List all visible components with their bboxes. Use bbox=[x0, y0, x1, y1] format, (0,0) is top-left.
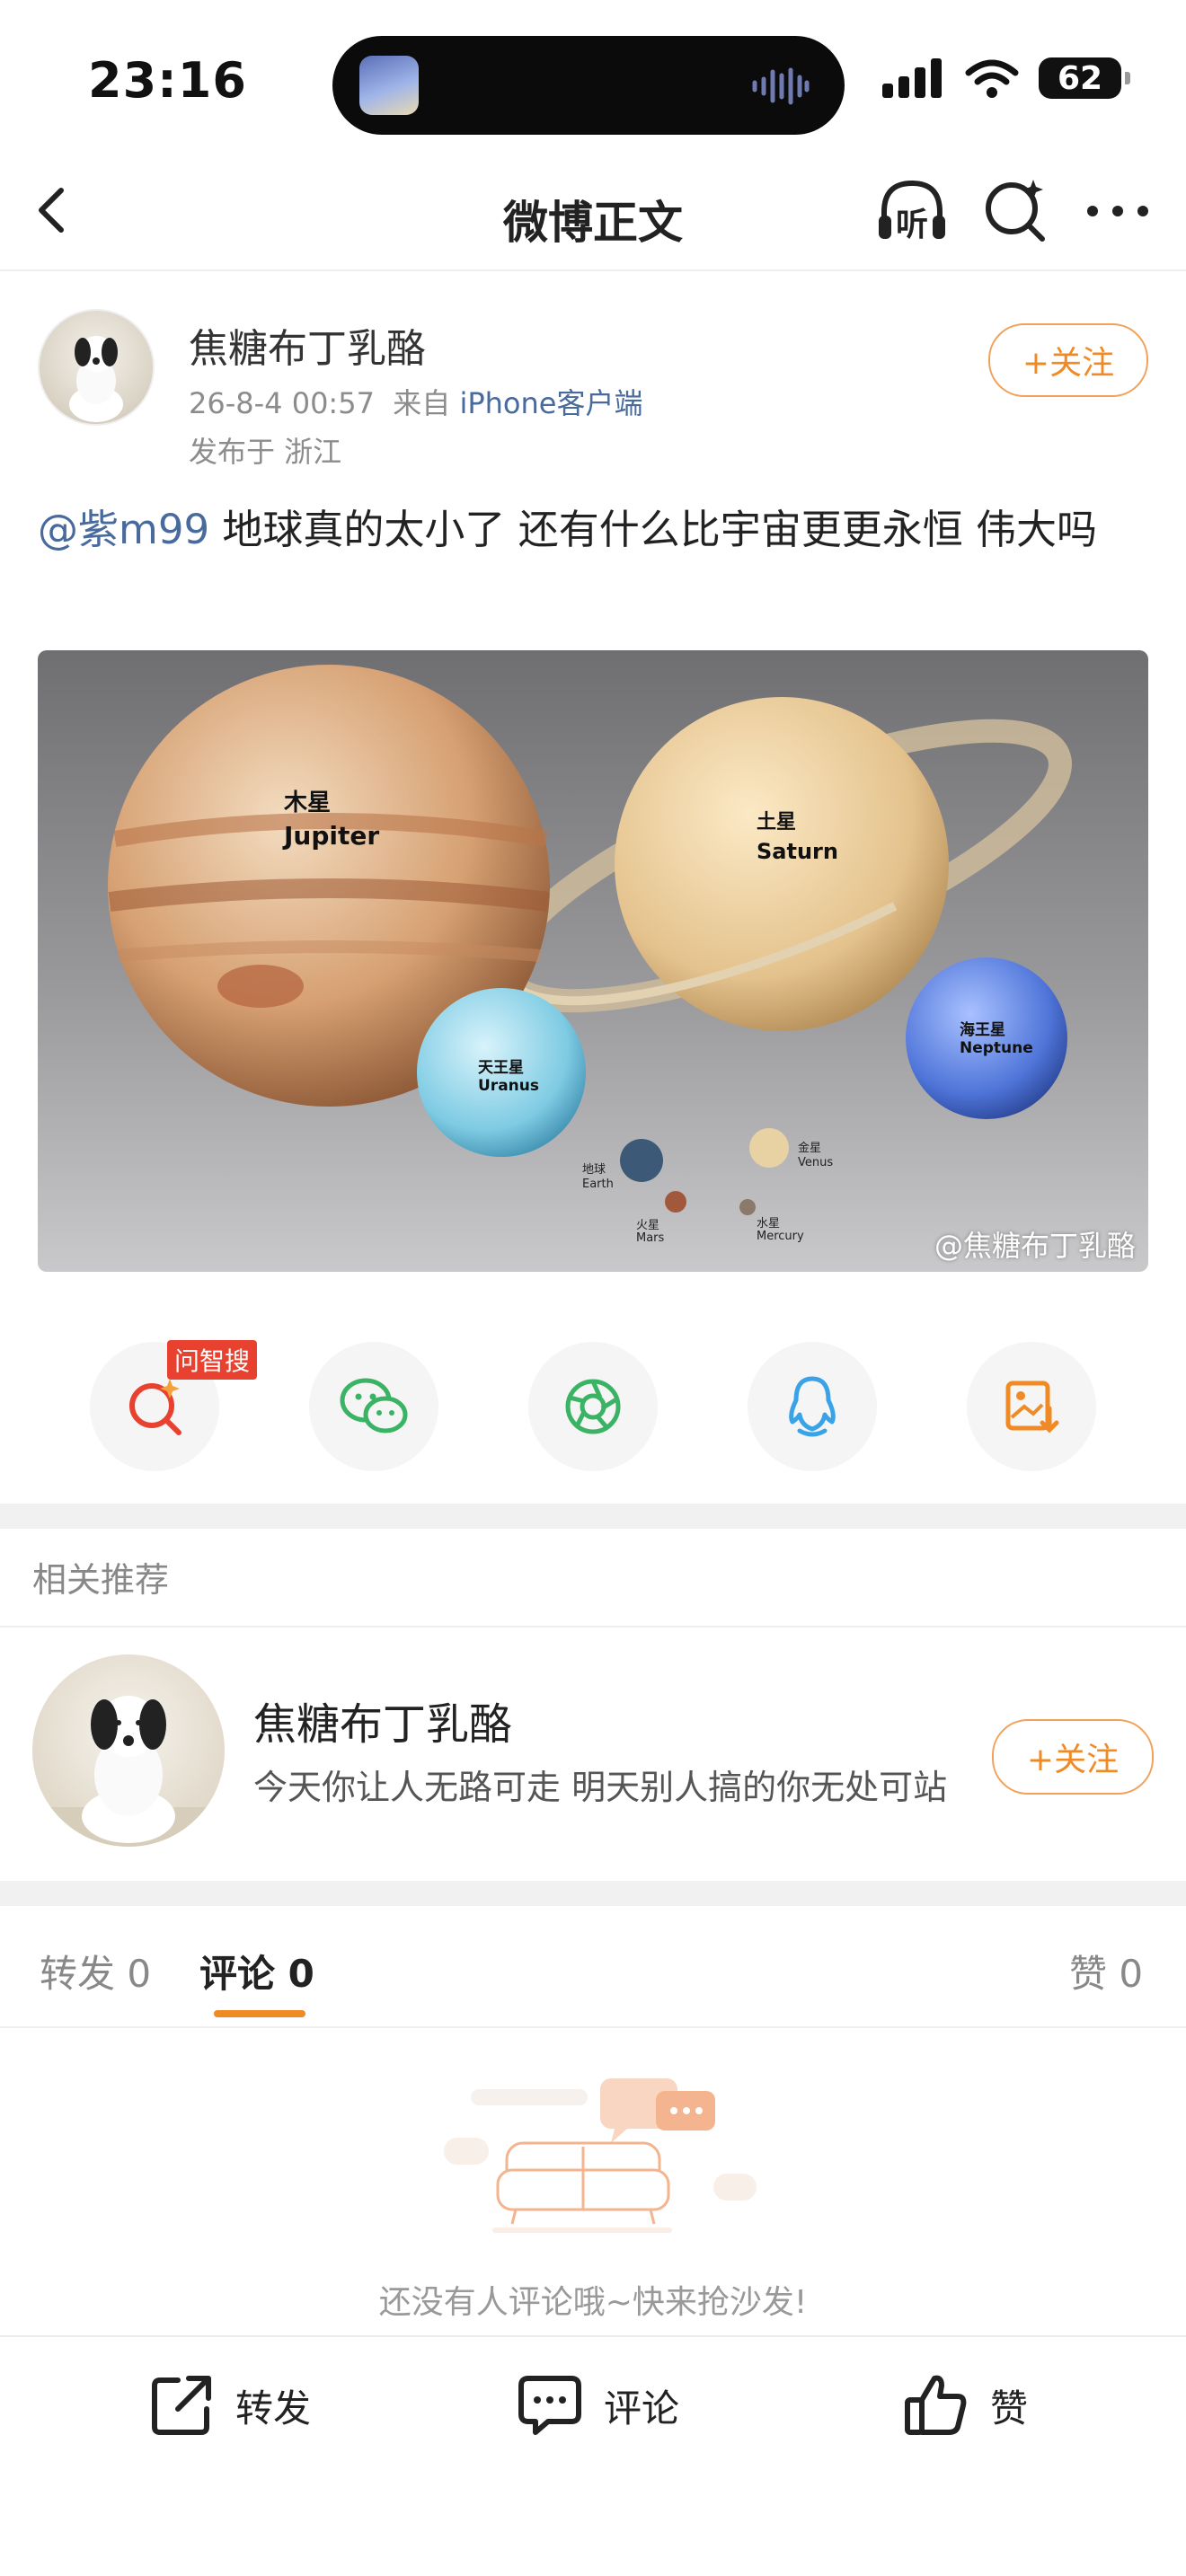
post-image[interactable]: 木星 Jupiter 土星 Saturn 天王星 Uranus 海王星 Nept… bbox=[38, 650, 1148, 1272]
ai-search-icon bbox=[129, 1379, 181, 1435]
ai-search-badge: 问智搜 bbox=[167, 1340, 258, 1380]
wifi-icon bbox=[965, 59, 1019, 98]
neptune-label-en: Neptune bbox=[960, 1039, 1033, 1057]
svg-text:听: 听 bbox=[896, 207, 928, 243]
post-text: @紫m99 地球真的太小了 还有什么比宇宙更更永恒 伟大吗 bbox=[38, 499, 1152, 560]
post-meta: 26-8-4 00:57 来自 iPhone客户端 bbox=[189, 381, 642, 422]
source-prefix: 来自 bbox=[393, 386, 451, 420]
tab-like[interactable]: 赞 0 bbox=[1069, 1944, 1143, 1998]
comment-button[interactable]: 评论 bbox=[516, 2371, 679, 2439]
signal-icon bbox=[882, 58, 942, 98]
comment-label: 评论 bbox=[604, 2386, 680, 2430]
saturn-label-en: Saturn bbox=[757, 839, 838, 864]
mars-label-cn: 火星 bbox=[636, 1219, 659, 1232]
image-watermark: @焦糖布丁乳酪 bbox=[934, 1229, 1136, 1263]
qq-share-button[interactable] bbox=[748, 1342, 877, 1471]
recommend-avatar[interactable] bbox=[32, 1654, 225, 1847]
earth-label-en: Earth bbox=[582, 1178, 614, 1191]
post-source[interactable]: iPhone客户端 bbox=[459, 386, 642, 420]
empty-comments-text: 还没有人评论哦~快来抢沙发! bbox=[378, 2284, 808, 2321]
repost-button[interactable]: 转发 bbox=[147, 2371, 311, 2439]
repost-label: 转发 bbox=[235, 2386, 312, 2430]
follow-button[interactable]: +关注 bbox=[988, 323, 1148, 397]
post-body: 地球真的太小了 还有什么比宇宙更更永恒 伟大吗 bbox=[209, 506, 1098, 553]
bottom-bar-divider bbox=[0, 2335, 1186, 2337]
dog-avatar-image bbox=[32, 1696, 225, 1847]
like-button[interactable]: 赞 bbox=[902, 2371, 1028, 2439]
recommend-bio: 今天你让人无路可走 明天别人搞的你无处可站 bbox=[253, 1768, 948, 1807]
audio-waveform-icon bbox=[752, 67, 810, 105]
author-name[interactable]: 焦糖布丁乳酪 bbox=[189, 316, 426, 374]
tab-indicator bbox=[214, 2010, 305, 2017]
section-divider bbox=[0, 1504, 1186, 1529]
thumbs-up-icon bbox=[905, 2375, 967, 2435]
author-avatar[interactable] bbox=[38, 309, 155, 426]
divider bbox=[0, 1626, 1186, 1628]
comment-icon bbox=[518, 2376, 581, 2435]
more-icon[interactable] bbox=[1084, 198, 1152, 225]
venus-label-cn: 金星 bbox=[798, 1141, 821, 1155]
saturn-label-cn: 土星 bbox=[757, 811, 796, 834]
post-location: 发布于 浙江 bbox=[189, 435, 342, 469]
venus-label-en: Venus bbox=[798, 1156, 833, 1169]
like-label: 赞 bbox=[990, 2386, 1029, 2430]
dog-avatar-image bbox=[69, 336, 123, 422]
uranus-label-cn: 天王星 bbox=[478, 1059, 524, 1077]
dynamic-island[interactable] bbox=[332, 36, 845, 135]
save-image-button[interactable] bbox=[967, 1342, 1096, 1471]
search-icon[interactable] bbox=[981, 176, 1049, 244]
battery-indicator: 62 bbox=[1039, 57, 1130, 99]
wechat-icon bbox=[340, 1378, 408, 1434]
moments-aperture-icon bbox=[565, 1379, 621, 1434]
section-divider bbox=[0, 1881, 1186, 1906]
neptune-label-cn: 海王星 bbox=[960, 1020, 1005, 1039]
earth-label-cn: 地球 bbox=[582, 1163, 606, 1177]
empty-sofa-illustration bbox=[444, 2078, 757, 2233]
recommend-follow-button[interactable]: +关注 bbox=[992, 1719, 1154, 1795]
post-time: 26-8-4 00:57 bbox=[189, 386, 375, 420]
jupiter-label-cn: 木星 bbox=[283, 790, 331, 816]
mention-link[interactable]: @紫m99 bbox=[38, 506, 209, 553]
qq-penguin-icon bbox=[789, 1376, 836, 1437]
save-image-icon bbox=[1005, 1381, 1059, 1434]
wechat-share-button[interactable] bbox=[309, 1342, 438, 1471]
status-icons: 62 bbox=[882, 57, 1130, 99]
mars-label-en: Mars bbox=[636, 1231, 665, 1245]
jupiter-label-en: Jupiter bbox=[282, 821, 379, 851]
planets-comparison-image: 木星 Jupiter 土星 Saturn 天王星 Uranus 海王星 Nept… bbox=[38, 650, 1148, 1272]
tab-comment[interactable]: 评论 0 bbox=[199, 1944, 314, 1998]
nav-bar: 微博正文 听 bbox=[0, 153, 1186, 271]
recommend-name[interactable]: 焦糖布丁乳酪 bbox=[253, 1689, 512, 1751]
recommend-heading: 相关推荐 bbox=[32, 1560, 170, 1600]
mercury-label-cn: 水星 bbox=[757, 1217, 780, 1231]
tab-repost[interactable]: 转发 0 bbox=[40, 1944, 151, 1998]
repost-icon bbox=[152, 2376, 211, 2435]
now-playing-artwork bbox=[359, 56, 419, 115]
status-time: 23:16 bbox=[88, 52, 247, 109]
mercury-label-en: Mercury bbox=[757, 1230, 804, 1243]
divider bbox=[0, 2026, 1186, 2028]
listen-icon[interactable]: 听 bbox=[873, 172, 951, 250]
moments-share-button[interactable] bbox=[528, 1342, 658, 1471]
uranus-label-en: Uranus bbox=[478, 1077, 539, 1095]
